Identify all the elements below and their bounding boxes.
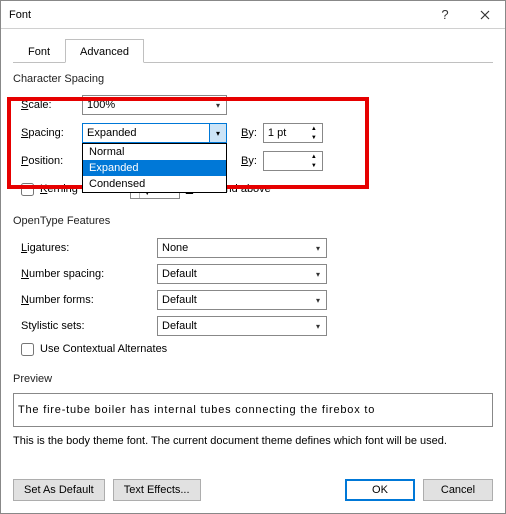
set-as-default-button[interactable]: Set As Default [13, 479, 105, 501]
chevron-down-icon: ▼ [306, 161, 322, 170]
spacing-combobox[interactable]: Expanded ▾ Normal Expanded Condensed [82, 123, 227, 143]
spacing-value: Expanded [83, 127, 209, 139]
spinner-arrows[interactable]: ▲▼ [306, 152, 322, 170]
chevron-down-icon: ▾ [310, 239, 326, 257]
chevron-down-icon: ▾ [210, 96, 226, 114]
scale-value: 100% [83, 99, 210, 111]
opentype-heading: OpenType Features [13, 215, 493, 227]
chevron-down-icon: ▾ [310, 265, 326, 283]
contextual-check-input[interactable] [21, 343, 34, 356]
position-by-label: By: [241, 155, 257, 167]
window-title: Font [9, 9, 425, 21]
kerning-check-input[interactable] [21, 183, 34, 196]
contextual-label: Use Contextual Alternates [40, 343, 167, 355]
number-spacing-dropdown[interactable]: Default ▾ [157, 264, 327, 284]
help-button[interactable]: ? [425, 1, 465, 29]
spacing-label: Spacing: [21, 127, 76, 139]
ligatures-dropdown[interactable]: None ▾ [157, 238, 327, 258]
scale-label: Scale: [21, 99, 76, 111]
tab-font[interactable]: Font [13, 39, 65, 63]
stylistic-sets-value: Default [158, 320, 310, 332]
chevron-up-icon: ▲ [306, 124, 322, 133]
spinner-arrows[interactable]: ▲▼ [306, 124, 322, 142]
preview-description: This is the body theme font. The current… [13, 435, 493, 447]
option-condensed[interactable]: Condensed [83, 176, 226, 192]
chevron-down-icon: ▾ [310, 317, 326, 335]
number-spacing-value: Default [158, 268, 310, 280]
chevron-down-icon: ▾ [310, 291, 326, 309]
option-expanded[interactable]: Expanded [83, 160, 226, 176]
number-forms-dropdown[interactable]: Default ▾ [157, 290, 327, 310]
scale-combobox[interactable]: 100% ▾ [82, 95, 227, 115]
position-label: Position: [21, 155, 76, 167]
character-spacing-heading: Character Spacing [13, 73, 493, 85]
chevron-down-icon: ▼ [306, 133, 322, 142]
spacing-by-label: By: [241, 127, 257, 139]
close-button[interactable] [465, 1, 505, 29]
tab-strip: Font Advanced [13, 39, 493, 63]
position-by-spinner[interactable]: ▲▼ [263, 151, 323, 171]
contextual-alternates-checkbox[interactable]: Use Contextual Alternates [21, 339, 493, 359]
stylistic-sets-label: Stylistic sets: [21, 320, 151, 332]
font-dialog: Font ? Font Advanced Character Spacing S… [0, 0, 506, 514]
option-normal[interactable]: Normal [83, 144, 226, 160]
preview-heading: Preview [13, 373, 493, 385]
titlebar: Font ? [1, 1, 505, 29]
tab-advanced[interactable]: Advanced [65, 39, 144, 63]
number-forms-value: Default [158, 294, 310, 306]
preview-text: The fire-tube boiler has internal tubes … [18, 404, 375, 416]
spacing-by-spinner[interactable]: 1 pt ▲▼ [263, 123, 323, 143]
ligatures-value: None [158, 242, 310, 254]
close-icon [480, 10, 490, 20]
chevron-down-icon: ▾ [209, 124, 226, 142]
spacing-by-value: 1 pt [264, 127, 306, 139]
ligatures-label: Ligatures: [21, 242, 151, 254]
stylistic-sets-dropdown[interactable]: Default ▾ [157, 316, 327, 336]
cancel-button[interactable]: Cancel [423, 479, 493, 501]
number-forms-label: Number forms: [21, 294, 151, 306]
chevron-up-icon: ▲ [306, 152, 322, 161]
ok-button[interactable]: OK [345, 479, 415, 501]
number-spacing-label: Number spacing: [21, 268, 151, 280]
preview-box: The fire-tube boiler has internal tubes … [13, 393, 493, 427]
text-effects-button[interactable]: Text Effects... [113, 479, 201, 501]
spacing-dropdown-list[interactable]: Normal Expanded Condensed [82, 143, 227, 193]
